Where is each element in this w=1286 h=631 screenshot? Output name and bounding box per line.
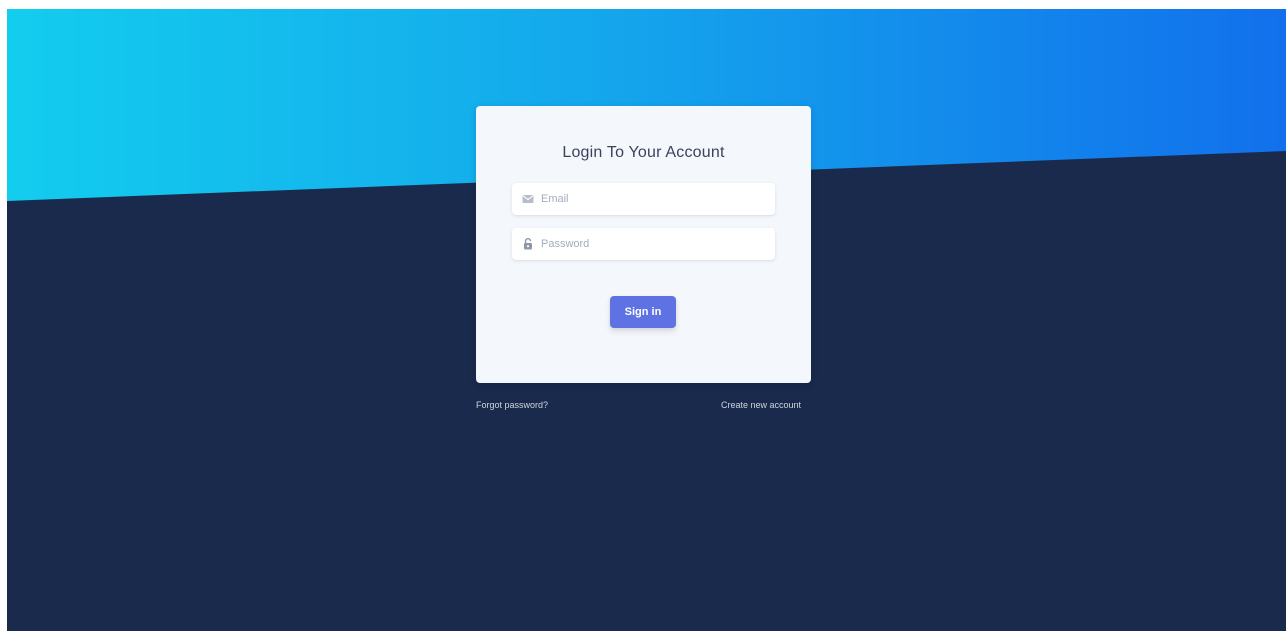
sign-in-button[interactable]: Sign in <box>610 296 676 328</box>
forgot-password-link[interactable]: Forgot password? <box>476 400 548 410</box>
lock-icon <box>522 238 534 250</box>
email-input[interactable] <box>541 193 761 205</box>
create-account-link[interactable]: Create new account <box>721 400 801 410</box>
envelope-icon <box>522 193 534 205</box>
page-background: Login To Your Account Sign in Forg <box>7 9 1286 631</box>
login-title: Login To Your Account <box>562 144 725 161</box>
password-input[interactable] <box>541 238 761 250</box>
password-field[interactable] <box>512 228 775 260</box>
email-field[interactable] <box>512 183 775 215</box>
login-card: Login To Your Account Sign in <box>476 106 811 383</box>
